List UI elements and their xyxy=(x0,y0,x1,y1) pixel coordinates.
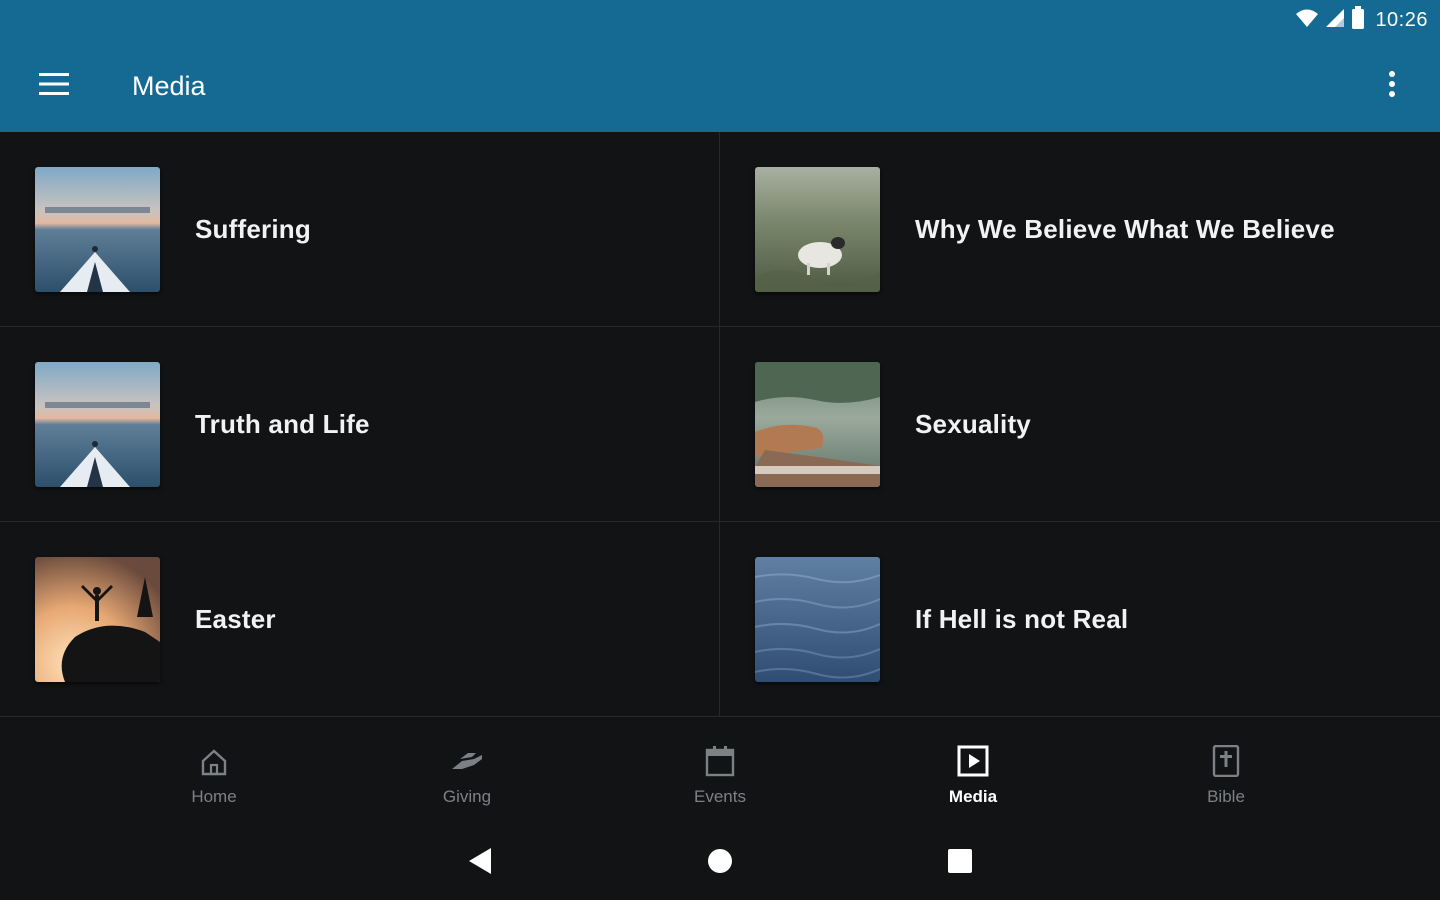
giving-hand-icon xyxy=(450,743,484,777)
app-bar: Media xyxy=(0,40,1440,132)
system-recents-button[interactable] xyxy=(940,844,980,884)
wifi-icon xyxy=(1295,8,1319,33)
play-box-icon xyxy=(957,743,989,777)
menu-button[interactable] xyxy=(24,56,84,116)
nav-bible[interactable]: Bible xyxy=(1100,717,1353,827)
media-card-suffering[interactable]: Suffering xyxy=(0,132,720,327)
media-title: Sexuality xyxy=(915,408,1031,439)
media-title: Truth and Life xyxy=(195,408,370,439)
media-card-why-we-believe[interactable]: Why We Believe What We Believe xyxy=(720,132,1440,327)
media-card-if-hell-is-not-real[interactable]: If Hell is not Real xyxy=(720,522,1440,717)
nav-label: Media xyxy=(948,787,998,806)
system-navigation-bar xyxy=(0,827,1440,900)
bible-icon xyxy=(1212,743,1240,777)
page-title: Media xyxy=(132,70,206,101)
nav-label: Bible xyxy=(1207,787,1245,806)
media-title: Suffering xyxy=(195,213,311,244)
water-surface-image xyxy=(755,556,880,682)
back-icon xyxy=(467,847,493,880)
more-vert-icon xyxy=(1388,70,1396,103)
menu-icon xyxy=(39,72,69,100)
media-card-truth-and-life[interactable]: Truth and Life xyxy=(0,327,720,522)
nav-label: Home xyxy=(191,787,237,806)
system-home-button[interactable] xyxy=(700,844,740,884)
nav-media[interactable]: Media xyxy=(847,717,1100,827)
nav-label: Giving xyxy=(442,787,492,806)
media-title: Why We Believe What We Believe xyxy=(915,213,1335,244)
recents-icon xyxy=(947,848,973,879)
status-time: 10:26 xyxy=(1375,8,1428,31)
boat-lake-image xyxy=(35,166,160,292)
sheep-field-image xyxy=(755,166,880,292)
media-grid: Suffering Why We Believe What We Believe… xyxy=(0,132,1440,717)
bottom-navigation: Home Giving Events Media Bible xyxy=(0,717,1440,827)
system-back-button[interactable] xyxy=(460,844,500,884)
media-title: Easter xyxy=(195,603,276,634)
home-icon xyxy=(199,743,229,777)
calendar-icon xyxy=(705,743,735,777)
nav-home[interactable]: Home xyxy=(88,717,341,827)
overflow-menu-button[interactable] xyxy=(1368,56,1416,116)
signal-icon xyxy=(1325,8,1345,33)
home-circle-icon xyxy=(707,848,733,879)
nav-giving[interactable]: Giving xyxy=(341,717,594,827)
media-list: Suffering Why We Believe What We Believe… xyxy=(0,132,1440,717)
nav-events[interactable]: Events xyxy=(594,717,847,827)
hands-lake-image xyxy=(755,361,880,487)
sunset-silhouette-image xyxy=(35,556,160,682)
status-bar: 10:26 xyxy=(0,0,1440,40)
media-card-easter[interactable]: Easter xyxy=(0,522,720,717)
battery-icon xyxy=(1351,5,1365,35)
boat-lake-image xyxy=(35,361,160,487)
media-title: If Hell is not Real xyxy=(915,603,1129,634)
nav-label: Events xyxy=(694,787,746,806)
media-card-sexuality[interactable]: Sexuality xyxy=(720,327,1440,522)
status-icons xyxy=(1295,5,1365,35)
